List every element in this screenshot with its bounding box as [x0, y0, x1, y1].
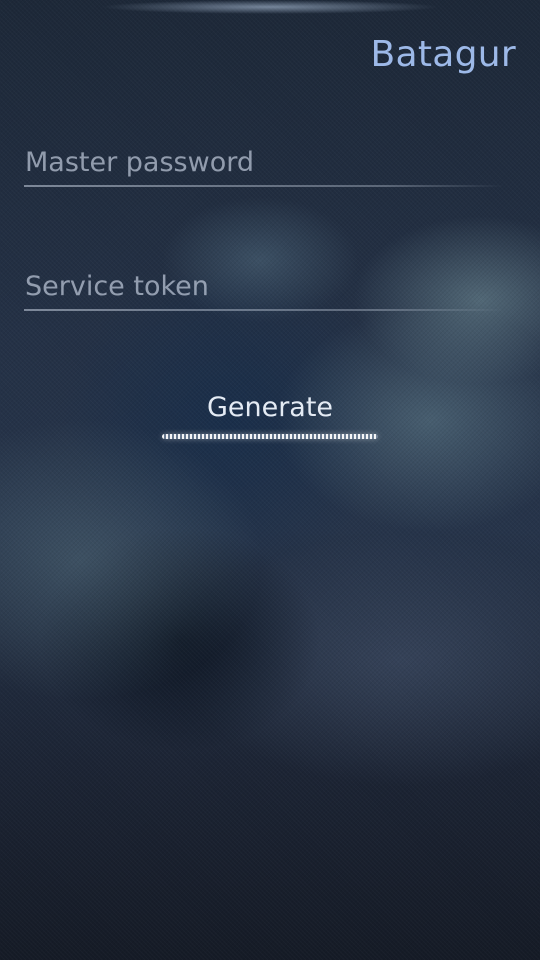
master-password-input[interactable] [24, 139, 504, 185]
service-token-underline [24, 309, 504, 311]
service-token-input[interactable] [24, 263, 504, 309]
master-password-underline [24, 185, 504, 187]
top-pulley-glow [100, 0, 440, 14]
generate-button[interactable]: Generate [160, 388, 380, 448]
page-title: Batagur [370, 34, 516, 75]
generate-button-highlight [162, 434, 378, 439]
service-token-field[interactable] [24, 263, 504, 311]
generate-button-label: Generate [206, 392, 334, 423]
app-screen: Batagur Generate [0, 0, 540, 960]
master-password-field[interactable] [24, 139, 504, 187]
